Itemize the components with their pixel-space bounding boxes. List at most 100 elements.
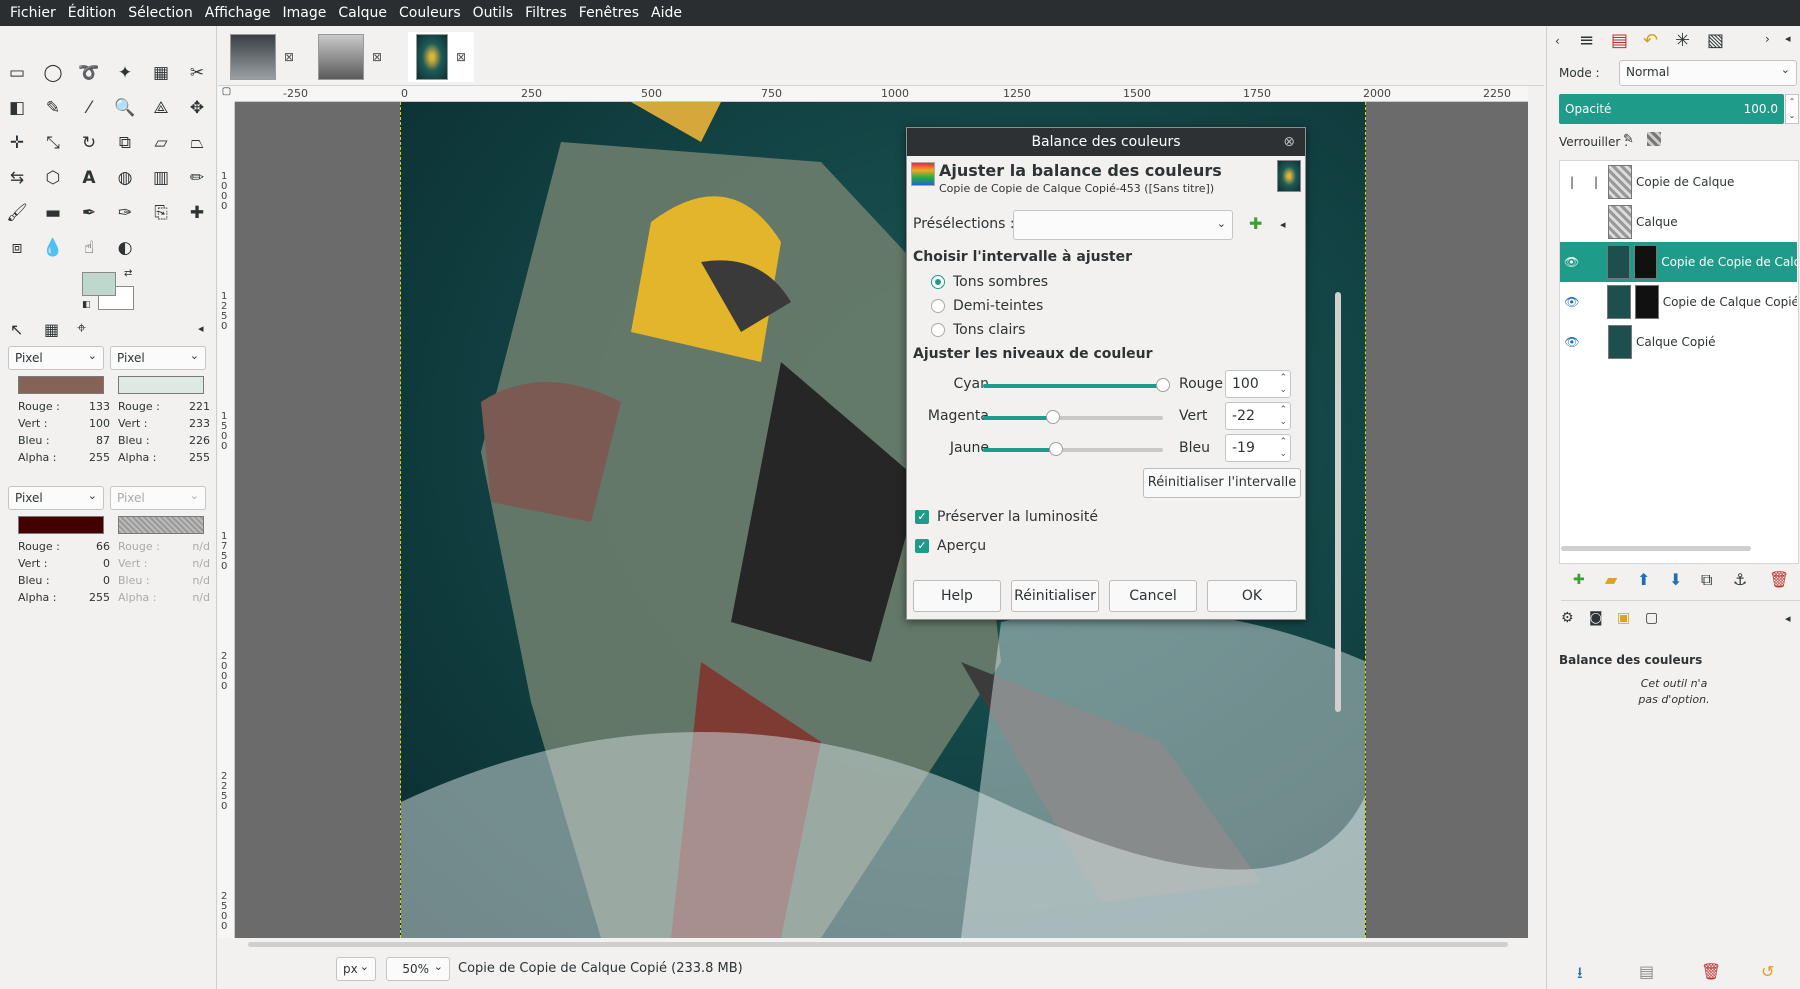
menu-calque[interactable]: Calque (332, 5, 393, 21)
close-icon[interactable]: ⊠ (284, 50, 294, 64)
menu-fenetres[interactable]: Fenêtres (573, 5, 645, 21)
close-icon[interactable]: ⊠ (456, 50, 466, 64)
tool-options-tab-icon[interactable]: ⚙ (1561, 610, 1574, 626)
perspective-icon[interactable]: ⏢ (184, 130, 210, 156)
device-status-tab-icon[interactable]: ◙ (1589, 610, 1603, 626)
ink-icon[interactable]: ✑ (112, 200, 138, 226)
anchor-icon[interactable]: ⚓ (1733, 570, 1747, 589)
measure-icon[interactable]: ⟁ (148, 95, 174, 121)
magenta-green-slider[interactable] (983, 410, 1163, 424)
ruler-corner-icon[interactable]: ▢ (218, 86, 235, 102)
canvas-area[interactable] (235, 102, 1528, 938)
close-icon[interactable]: ⊗ (1283, 128, 1295, 156)
fuzzy-select-icon[interactable]: ✦ (112, 60, 138, 86)
menu-image[interactable]: Image (277, 5, 333, 21)
zoom-select[interactable]: 50% ⌄ (386, 957, 450, 981)
eye-icon[interactable]: 👁 (1560, 335, 1584, 349)
smudge-icon[interactable]: ☝ (76, 235, 102, 261)
bucket-fill-icon[interactable]: ◍ (112, 165, 138, 191)
zoom-icon[interactable]: 🔍 (112, 95, 138, 121)
chevron-left-icon[interactable]: ‹ (1555, 34, 1560, 48)
cyan-red-slider[interactable] (983, 378, 1170, 392)
gradient-icon[interactable]: ▥ (148, 165, 174, 191)
help-button[interactable]: Help (913, 580, 1001, 612)
unit-select[interactable]: px ⌄ (336, 957, 376, 981)
perspective-clone-icon[interactable]: ⧈ (4, 235, 30, 261)
image-tab-3[interactable]: ⊠ (408, 32, 475, 82)
restore-options-icon[interactable]: ▤ (1639, 962, 1654, 981)
rect-select-icon[interactable]: ▭ (4, 60, 30, 86)
undo-history-tab-icon[interactable]: ↶ (1643, 30, 1658, 51)
pointer-tab-icon[interactable]: ↖ (10, 320, 23, 339)
shear-icon[interactable]: ▱ (148, 130, 174, 156)
images-tab-icon[interactable]: ▣ (1617, 610, 1630, 626)
dodge-burn-icon[interactable]: ◐ (112, 235, 138, 261)
foreground-color[interactable] (82, 272, 116, 296)
rotate-icon[interactable]: ↻ (76, 130, 102, 156)
pointer-unit-right[interactable]: Pixel ⌄ (110, 346, 206, 370)
menu-fichier[interactable]: Fichier (4, 5, 62, 21)
chevron-right-icon[interactable]: › (1765, 32, 1770, 46)
eye-icon[interactable]: 👁 (1560, 295, 1584, 309)
paths-tab-icon[interactable]: ✳ (1675, 30, 1690, 51)
image-tab-1[interactable]: ⊠ (230, 32, 294, 82)
cancel-button[interactable]: Cancel (1109, 580, 1197, 612)
radio-midtones[interactable]: Demi-teintes (931, 298, 1043, 314)
text-tool-icon[interactable]: A (76, 165, 102, 191)
close-icon[interactable]: ⊠ (372, 50, 382, 64)
layers-tab-icon[interactable]: ≡ (1579, 30, 1594, 51)
add-preset-icon[interactable]: ✚ (1249, 214, 1262, 233)
menu-affichage[interactable]: Affichage (199, 5, 277, 21)
lock-alpha-icon[interactable] (1647, 132, 1661, 146)
default-colors-icon[interactable]: ◧ (82, 300, 91, 310)
duplicate-layer-icon[interactable]: ⧉ (1701, 570, 1712, 590)
menu-aide[interactable]: Aide (645, 5, 688, 21)
vertical-scrollbar[interactable] (1335, 292, 1341, 712)
link-icon[interactable]: | (1560, 175, 1584, 189)
chain-icon[interactable]: | (1584, 175, 1608, 189)
select-by-color-icon[interactable]: ▦ (148, 60, 174, 86)
layer-row[interactable]: Calque (1560, 202, 1797, 242)
airbrush-icon[interactable]: ✒ (76, 200, 102, 226)
pencil-icon[interactable]: ✏ (184, 165, 210, 191)
clone-icon[interactable]: ⎘ (148, 200, 174, 226)
layer-row[interactable]: | | Copie de Calque (1560, 162, 1797, 202)
eraser-icon[interactable]: ▬ (40, 200, 66, 226)
save-options-icon[interactable]: ⭳ (1577, 962, 1583, 989)
preview-checkbox[interactable]: ✓ Aperçu (915, 538, 986, 554)
opacity-slider[interactable]: Opacité 100.0 (1559, 94, 1784, 124)
images-tab-icon[interactable]: ▦ (44, 320, 59, 339)
menu-outils[interactable]: Outils (467, 5, 519, 21)
channels-tab-icon[interactable]: ▤ (1611, 30, 1628, 51)
transform-icon[interactable]: ⤡ (40, 130, 66, 156)
ok-button[interactable]: OK (1207, 580, 1297, 612)
layer-row-selected[interactable]: 👁 Copie de Copie de Calq (1560, 242, 1797, 282)
menu-couleurs[interactable]: Couleurs (393, 5, 467, 21)
move-icon[interactable]: ✥ (184, 95, 210, 121)
document-history-tab-icon[interactable]: ▢ (1645, 610, 1658, 626)
ellipse-select-icon[interactable]: ◯ (40, 60, 66, 86)
reset-range-button[interactable]: Réinitialiser l'intervalle (1143, 468, 1301, 498)
horizontal-scrollbar[interactable] (248, 942, 1508, 947)
presets-menu-icon[interactable]: ◂ (1280, 218, 1286, 231)
panel-menu-icon[interactable]: ◂ (1785, 32, 1791, 45)
blur-icon[interactable]: 💧 (40, 235, 66, 261)
yellow-blue-slider[interactable] (983, 442, 1163, 456)
menu-edition[interactable]: Édition (62, 5, 122, 21)
lower-layer-icon[interactable]: ⬇ (1669, 570, 1682, 589)
foreground-select-icon[interactable]: ◧ (4, 95, 30, 121)
align-icon[interactable]: ✛ (4, 130, 30, 156)
radio-highlights[interactable]: Tons clairs (931, 322, 1025, 338)
cage-icon[interactable]: ⬡ (40, 165, 66, 191)
opacity-stepper[interactable]: ⌃ ⌄ (1785, 94, 1799, 124)
sample-unit-left[interactable]: Pixel ⌄ (8, 486, 104, 510)
panel-menu-icon[interactable]: ◂ (198, 322, 204, 335)
panel-menu-icon[interactable]: ◂ (1785, 612, 1791, 625)
preserve-luminosity-checkbox[interactable]: ✓ Préserver la luminosité (915, 509, 1098, 525)
presets-select[interactable]: ⌄ (1013, 210, 1233, 240)
image-tab-2[interactable]: ⊠ (318, 32, 382, 82)
scissors-icon[interactable]: ✂ (184, 60, 210, 86)
sample-points-tab-icon[interactable]: ⌖ (77, 318, 86, 338)
layer-row[interactable]: 👁 Copie de Calque Copié (1560, 282, 1797, 322)
pointer-unit-left[interactable]: Pixel ⌄ (8, 346, 104, 370)
